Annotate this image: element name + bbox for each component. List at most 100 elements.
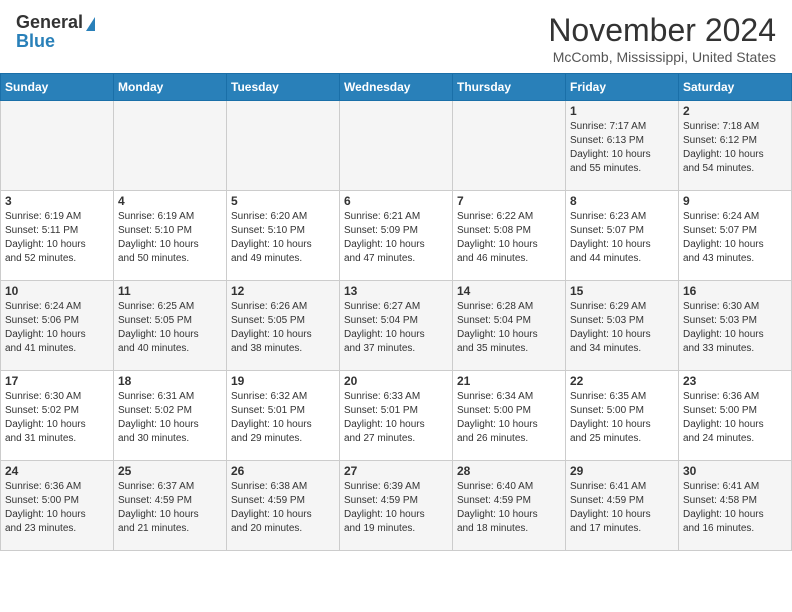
day-info: Sunrise: 6:24 AM Sunset: 5:06 PM Dayligh… <box>5 300 109 356</box>
column-header-tuesday: Tuesday <box>227 74 340 101</box>
day-info: Sunrise: 6:24 AM Sunset: 5:07 PM Dayligh… <box>683 210 787 266</box>
calendar-cell: 10 Sunrise: 6:24 AM Sunset: 5:06 PM Dayli… <box>1 281 114 371</box>
calendar-cell: 8 Sunrise: 6:23 AM Sunset: 5:07 PM Daylig… <box>566 191 679 281</box>
calendar-cell: 20 Sunrise: 6:33 AM Sunset: 5:01 PM Dayli… <box>340 371 453 461</box>
calendar-cell: 19 Sunrise: 6:32 AM Sunset: 5:01 PM Dayli… <box>227 371 340 461</box>
calendar-cell <box>114 101 227 191</box>
calendar-cell <box>453 101 566 191</box>
day-number: 29 <box>570 464 674 478</box>
calendar-cell: 18 Sunrise: 6:31 AM Sunset: 5:02 PM Dayli… <box>114 371 227 461</box>
day-number: 7 <box>457 194 561 208</box>
location-subtitle: McComb, Mississippi, United States <box>548 49 776 65</box>
calendar-cell: 24 Sunrise: 6:36 AM Sunset: 5:00 PM Dayli… <box>1 461 114 551</box>
day-number: 11 <box>118 284 222 298</box>
day-number: 1 <box>570 104 674 118</box>
calendar-cell: 17 Sunrise: 6:30 AM Sunset: 5:02 PM Dayli… <box>1 371 114 461</box>
day-info: Sunrise: 6:21 AM Sunset: 5:09 PM Dayligh… <box>344 210 448 266</box>
calendar-cell: 7 Sunrise: 6:22 AM Sunset: 5:08 PM Daylig… <box>453 191 566 281</box>
day-number: 16 <box>683 284 787 298</box>
day-number: 12 <box>231 284 335 298</box>
day-info: Sunrise: 6:23 AM Sunset: 5:07 PM Dayligh… <box>570 210 674 266</box>
calendar-cell <box>1 101 114 191</box>
calendar-cell: 30Sunrise: 6:41 AM Sunset: 4:58 PM Dayli… <box>679 461 792 551</box>
calendar-cell: 16 Sunrise: 6:30 AM Sunset: 5:03 PM Dayli… <box>679 281 792 371</box>
logo-triangle-icon <box>86 17 95 31</box>
day-info: Sunrise: 6:31 AM Sunset: 5:02 PM Dayligh… <box>118 390 222 446</box>
column-header-monday: Monday <box>114 74 227 101</box>
day-number: 3 <box>5 194 109 208</box>
calendar-cell: 28Sunrise: 6:40 AM Sunset: 4:59 PM Dayli… <box>453 461 566 551</box>
day-number: 28 <box>457 464 561 478</box>
day-number: 24 <box>5 464 109 478</box>
day-number: 26 <box>231 464 335 478</box>
logo-blue-text: Blue <box>16 31 55 52</box>
calendar-cell <box>227 101 340 191</box>
day-number: 23 <box>683 374 787 388</box>
logo-general-text: General <box>16 12 83 33</box>
day-info: Sunrise: 6:39 AM Sunset: 4:59 PM Dayligh… <box>344 480 448 536</box>
day-info: Sunrise: 6:34 AM Sunset: 5:00 PM Dayligh… <box>457 390 561 446</box>
calendar-cell: 27Sunrise: 6:39 AM Sunset: 4:59 PM Dayli… <box>340 461 453 551</box>
day-info: Sunrise: 6:41 AM Sunset: 4:59 PM Dayligh… <box>570 480 674 536</box>
page-header: General Blue November 2024 McComb, Missi… <box>0 0 792 73</box>
calendar-cell: 25Sunrise: 6:37 AM Sunset: 4:59 PM Dayli… <box>114 461 227 551</box>
day-number: 6 <box>344 194 448 208</box>
calendar-cell: 13 Sunrise: 6:27 AM Sunset: 5:04 PM Dayli… <box>340 281 453 371</box>
day-number: 10 <box>5 284 109 298</box>
calendar-cell: 3 Sunrise: 6:19 AM Sunset: 5:11 PM Daylig… <box>1 191 114 281</box>
calendar-cell: 1 Sunrise: 7:17 AM Sunset: 6:13 PM Daylig… <box>566 101 679 191</box>
day-number: 17 <box>5 374 109 388</box>
calendar-table: SundayMondayTuesdayWednesdayThursdayFrid… <box>0 73 792 551</box>
calendar-cell: 12Sunrise: 6:26 AM Sunset: 5:05 PM Dayli… <box>227 281 340 371</box>
calendar-cell: 9 Sunrise: 6:24 AM Sunset: 5:07 PM Daylig… <box>679 191 792 281</box>
day-number: 18 <box>118 374 222 388</box>
day-info: Sunrise: 6:25 AM Sunset: 5:05 PM Dayligh… <box>118 300 222 356</box>
day-number: 9 <box>683 194 787 208</box>
day-info: Sunrise: 6:19 AM Sunset: 5:11 PM Dayligh… <box>5 210 109 266</box>
calendar-cell: 22 Sunrise: 6:35 AM Sunset: 5:00 PM Dayli… <box>566 371 679 461</box>
day-info: Sunrise: 6:32 AM Sunset: 5:01 PM Dayligh… <box>231 390 335 446</box>
day-info: Sunrise: 7:17 AM Sunset: 6:13 PM Dayligh… <box>570 120 674 176</box>
logo: General Blue <box>16 12 95 52</box>
day-number: 2 <box>683 104 787 118</box>
day-info: Sunrise: 6:30 AM Sunset: 5:02 PM Dayligh… <box>5 390 109 446</box>
day-number: 22 <box>570 374 674 388</box>
day-number: 20 <box>344 374 448 388</box>
day-number: 8 <box>570 194 674 208</box>
day-number: 13 <box>344 284 448 298</box>
day-info: Sunrise: 6:37 AM Sunset: 4:59 PM Dayligh… <box>118 480 222 536</box>
day-info: Sunrise: 6:38 AM Sunset: 4:59 PM Dayligh… <box>231 480 335 536</box>
calendar-cell <box>340 101 453 191</box>
calendar-cell: 29 Sunrise: 6:41 AM Sunset: 4:59 PM Dayli… <box>566 461 679 551</box>
calendar-cell: 23Sunrise: 6:36 AM Sunset: 5:00 PM Dayli… <box>679 371 792 461</box>
day-info: Sunrise: 6:33 AM Sunset: 5:01 PM Dayligh… <box>344 390 448 446</box>
day-info: Sunrise: 6:30 AM Sunset: 5:03 PM Dayligh… <box>683 300 787 356</box>
column-header-saturday: Saturday <box>679 74 792 101</box>
day-info: Sunrise: 6:36 AM Sunset: 5:00 PM Dayligh… <box>5 480 109 536</box>
day-number: 14 <box>457 284 561 298</box>
day-number: 15 <box>570 284 674 298</box>
day-number: 21 <box>457 374 561 388</box>
calendar-cell: 11 Sunrise: 6:25 AM Sunset: 5:05 PM Dayli… <box>114 281 227 371</box>
calendar-cell: 5 Sunrise: 6:20 AM Sunset: 5:10 PM Daylig… <box>227 191 340 281</box>
calendar-cell: 14 Sunrise: 6:28 AM Sunset: 5:04 PM Dayli… <box>453 281 566 371</box>
calendar-cell: 21 Sunrise: 6:34 AM Sunset: 5:00 PM Dayli… <box>453 371 566 461</box>
column-header-thursday: Thursday <box>453 74 566 101</box>
day-info: Sunrise: 6:28 AM Sunset: 5:04 PM Dayligh… <box>457 300 561 356</box>
title-area: November 2024 McComb, Mississippi, Unite… <box>548 12 776 65</box>
day-info: Sunrise: 7:18 AM Sunset: 6:12 PM Dayligh… <box>683 120 787 176</box>
month-title: November 2024 <box>548 12 776 49</box>
day-number: 5 <box>231 194 335 208</box>
calendar-cell: 26 Sunrise: 6:38 AM Sunset: 4:59 PM Dayli… <box>227 461 340 551</box>
day-info: Sunrise: 6:35 AM Sunset: 5:00 PM Dayligh… <box>570 390 674 446</box>
day-info: Sunrise: 6:22 AM Sunset: 5:08 PM Dayligh… <box>457 210 561 266</box>
day-number: 19 <box>231 374 335 388</box>
day-info: Sunrise: 6:27 AM Sunset: 5:04 PM Dayligh… <box>344 300 448 356</box>
day-number: 4 <box>118 194 222 208</box>
day-info: Sunrise: 6:41 AM Sunset: 4:58 PM Dayligh… <box>683 480 787 536</box>
day-info: Sunrise: 6:20 AM Sunset: 5:10 PM Dayligh… <box>231 210 335 266</box>
day-info: Sunrise: 6:19 AM Sunset: 5:10 PM Dayligh… <box>118 210 222 266</box>
column-header-sunday: Sunday <box>1 74 114 101</box>
calendar-cell: 6 Sunrise: 6:21 AM Sunset: 5:09 PM Daylig… <box>340 191 453 281</box>
calendar-cell: 4 Sunrise: 6:19 AM Sunset: 5:10 PM Daylig… <box>114 191 227 281</box>
